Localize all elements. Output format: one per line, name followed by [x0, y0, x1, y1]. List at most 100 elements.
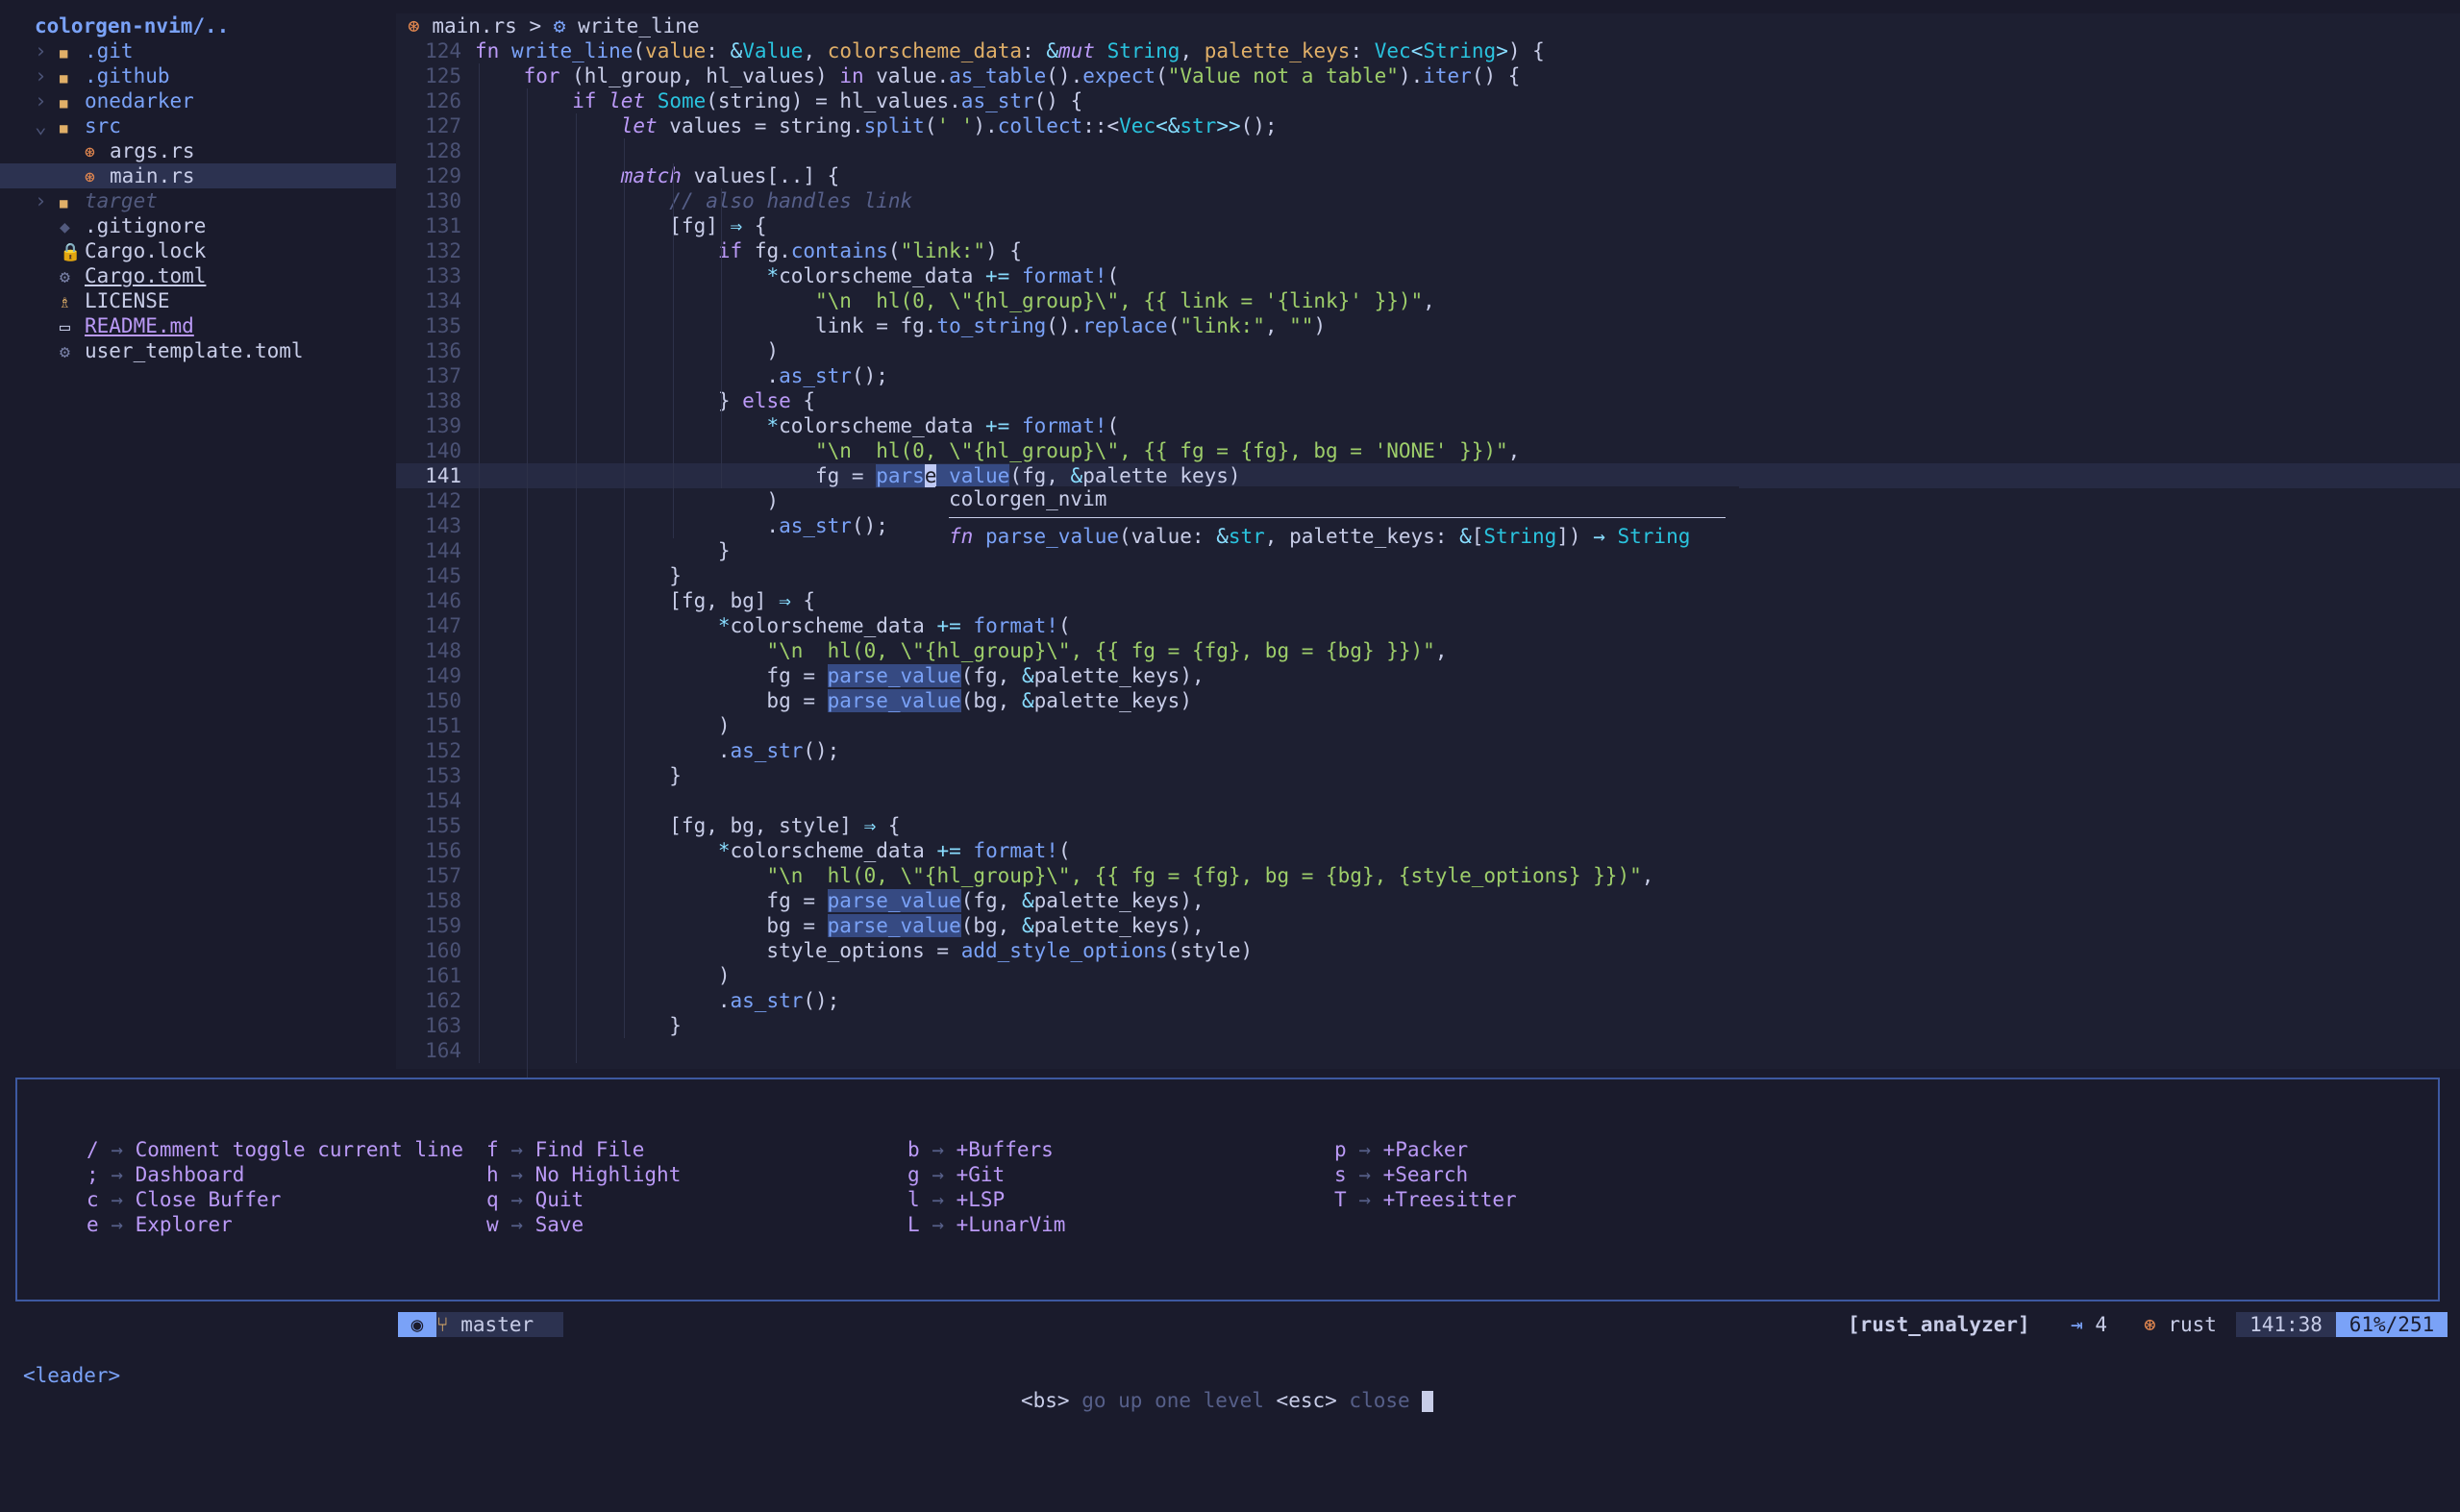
- editor-pane[interactable]: ⊛ main.rs > ⚙ write_line 124 fn write_lin…: [396, 13, 2460, 1088]
- chevron-down-icon[interactable]: ⌄: [35, 113, 60, 138]
- code-line[interactable]: 127 let values = string.split(' ').colle…: [396, 113, 2460, 138]
- code-line[interactable]: 163 }: [396, 1013, 2460, 1038]
- code-token: replace: [1082, 314, 1168, 337]
- which-key-key: h: [486, 1163, 499, 1186]
- code-line[interactable]: 157 "\n hl(0, \"{hl_group}\", {{ fg = {f…: [396, 863, 2460, 888]
- code-line[interactable]: 133 *colorscheme_data += format!(: [396, 263, 2460, 288]
- code-token: {: [790, 389, 816, 412]
- code-token: (: [1057, 839, 1071, 862]
- which-key-entry[interactable]: g → +Git: [907, 1162, 1065, 1187]
- which-key-entry[interactable]: s → +Search: [1334, 1162, 1517, 1187]
- code-token: ().: [1046, 314, 1083, 337]
- tree-item-label: LICENSE: [85, 289, 170, 312]
- code-line[interactable]: 145 }: [396, 563, 2460, 588]
- git-branch-icon: ⑂: [436, 1313, 449, 1336]
- chevron-right-icon[interactable]: ›: [35, 63, 60, 88]
- code-line[interactable]: 152 .as_str();: [396, 738, 2460, 763]
- code-line[interactable]: 137 .as_str();: [396, 363, 2460, 388]
- breadcrumb-symbol[interactable]: write_line: [578, 14, 699, 37]
- code-line[interactable]: 161 ): [396, 963, 2460, 988]
- chevron-right-icon[interactable]: ›: [35, 88, 60, 113]
- which-key-entry[interactable]: f → Find File: [486, 1137, 681, 1162]
- code-line[interactable]: 164: [396, 1038, 2460, 1063]
- chevron-right-icon[interactable]: ›: [35, 38, 60, 63]
- code-line[interactable]: 156 *colorscheme_data += format!(: [396, 838, 2460, 863]
- tree-item[interactable]: ⊛ args.rs: [0, 138, 396, 163]
- code-token: parse_value: [827, 889, 961, 912]
- code-token: [fg, bg, style]: [475, 814, 864, 837]
- which-key-entry[interactable]: b → +Buffers: [907, 1137, 1065, 1162]
- code-line[interactable]: 128: [396, 138, 2460, 163]
- tree-item[interactable]: 🔒 Cargo.lock: [0, 238, 396, 263]
- code-line[interactable]: 138 } else {: [396, 388, 2460, 413]
- code-line[interactable]: 147 *colorscheme_data += format!(: [396, 613, 2460, 638]
- code-line[interactable]: 135 link = fg.to_string().replace("link:…: [396, 313, 2460, 338]
- code-line[interactable]: 155 [fg, bg, style] ⇒ {: [396, 813, 2460, 838]
- code-line[interactable]: 146 [fg, bg] ⇒ {: [396, 588, 2460, 613]
- which-key-entry[interactable]: c → Close Buffer: [87, 1187, 463, 1212]
- code-line[interactable]: 129 match values[..] {: [396, 163, 2460, 188]
- code-token: values = string.: [657, 114, 864, 137]
- tree-item[interactable]: › ■ .github: [0, 63, 396, 88]
- code-line[interactable]: 141 fg = parse_value(fg, &palette_keys): [396, 463, 2460, 488]
- code-line[interactable]: 134 "\n hl(0, \"{hl_group}\", {{ link = …: [396, 288, 2460, 313]
- tree-item[interactable]: ⊛ main.rs: [0, 163, 396, 188]
- which-key-entry[interactable]: e → Explorer: [87, 1212, 463, 1237]
- tree-item-label: .git: [85, 39, 134, 62]
- code-line[interactable]: 131 [fg] ⇒ {: [396, 213, 2460, 238]
- code-token: .: [475, 989, 731, 1012]
- tree-item[interactable]: ⚙ user_template.toml: [0, 338, 396, 363]
- code-line[interactable]: 149 fg = parse_value(fg, &palette_keys),: [396, 663, 2460, 688]
- code-token: &: [1021, 889, 1034, 912]
- code-line[interactable]: 148 "\n hl(0, \"{hl_group}\", {{ fg = {f…: [396, 638, 2460, 663]
- breadcrumb-file[interactable]: main.rs: [432, 14, 517, 37]
- code-line[interactable]: 160 style_options = add_style_options(st…: [396, 938, 2460, 963]
- which-key-key: p: [1334, 1138, 1347, 1161]
- line-number: 127: [425, 114, 461, 137]
- code-line[interactable]: 162 .as_str();: [396, 988, 2460, 1013]
- which-key-label: +Git: [956, 1163, 1006, 1186]
- code-line[interactable]: 136 ): [396, 338, 2460, 363]
- which-key-entry[interactable]: L → +LunarVim: [907, 1212, 1065, 1237]
- code-line[interactable]: 126 if let Some(string) = hl_values.as_s…: [396, 88, 2460, 113]
- code-line[interactable]: 124 fn write_line(value: &Value, colorsch…: [396, 38, 2460, 63]
- code-line[interactable]: 132 if fg.contains("link:") {: [396, 238, 2460, 263]
- which-key-entry[interactable]: p → +Packer: [1334, 1137, 1517, 1162]
- which-key-entry[interactable]: w → Save: [486, 1212, 681, 1237]
- tree-root[interactable]: colorgen-nvim/..: [0, 13, 396, 38]
- tree-item[interactable]: ◆ .gitignore: [0, 213, 396, 238]
- which-key-entry[interactable]: T → +Treesitter: [1334, 1187, 1517, 1212]
- code-line[interactable]: 150 bg = parse_value(bg, &palette_keys): [396, 688, 2460, 713]
- code-line[interactable]: 151 ): [396, 713, 2460, 738]
- code-line[interactable]: 130 // also handles link: [396, 188, 2460, 213]
- code-line[interactable]: 153 }: [396, 763, 2460, 788]
- code-line[interactable]: 125 for (hl_group, hl_values) in value.a…: [396, 63, 2460, 88]
- which-key-entry[interactable]: l → +LSP: [907, 1187, 1065, 1212]
- code-token: {: [790, 589, 816, 612]
- code-line[interactable]: 140 "\n hl(0, \"{hl_group}\", {{ fg = {f…: [396, 438, 2460, 463]
- arrow-right-icon: →: [1358, 1188, 1371, 1211]
- which-key-entry[interactable]: / → Comment toggle current line: [87, 1137, 463, 1162]
- tree-item[interactable]: ⌄ ■ src: [0, 113, 396, 138]
- code-line[interactable]: 159 bg = parse_value(bg, &palette_keys),: [396, 913, 2460, 938]
- line-number: 149: [425, 664, 461, 687]
- code-line[interactable]: 154: [396, 788, 2460, 813]
- tree-item[interactable]: ⚙ Cargo.toml: [0, 263, 396, 288]
- which-key-entry[interactable]: h → No Highlight: [486, 1162, 681, 1187]
- code-token: (hl_group, hl_values): [559, 64, 840, 87]
- tree-item[interactable]: › ■ target: [0, 188, 396, 213]
- which-key-entry[interactable]: ; → Dashboard: [87, 1162, 463, 1187]
- code-token: (: [1167, 314, 1180, 337]
- git-branch[interactable]: ⑂ master: [436, 1312, 563, 1337]
- tree-item[interactable]: ♗ LICENSE: [0, 288, 396, 313]
- code-line[interactable]: 139 *colorscheme_data += format!(: [396, 413, 2460, 438]
- tree-item[interactable]: ▭ README.md: [0, 313, 396, 338]
- code-line[interactable]: 158 fg = parse_value(fg, &palette_keys),: [396, 888, 2460, 913]
- which-key-entry[interactable]: q → Quit: [486, 1187, 681, 1212]
- tree-item[interactable]: › ■ onedarker: [0, 88, 396, 113]
- which-key-key: T: [1334, 1188, 1347, 1211]
- tree-item[interactable]: › ■ .git: [0, 38, 396, 63]
- chevron-right-icon[interactable]: ›: [35, 188, 60, 213]
